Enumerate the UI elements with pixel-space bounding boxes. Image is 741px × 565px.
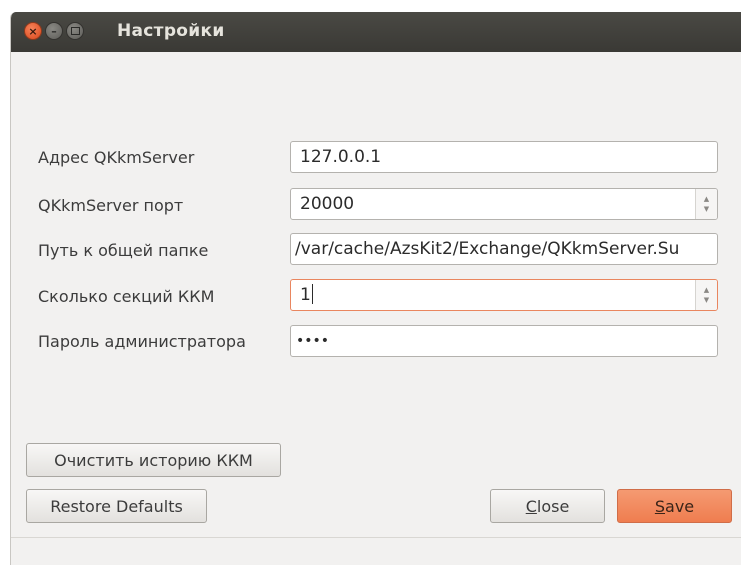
close-label-rest: lose xyxy=(536,496,570,516)
minimize-icon: – xyxy=(51,24,57,38)
clear-kkm-history-button[interactable]: Очистить историю ККМ xyxy=(26,443,281,477)
bottom-divider xyxy=(11,537,741,538)
spin-down-icon[interactable]: ▼ xyxy=(704,295,709,305)
server-address-value: 127.0.0.1 xyxy=(300,147,382,167)
window-close-button[interactable]: × xyxy=(24,22,42,40)
server-port-label: QKkmServer порт xyxy=(38,196,184,215)
restore-defaults-label: Restore Defaults xyxy=(50,496,183,516)
admin-password-label: Пароль администратора xyxy=(38,332,246,351)
window-maximize-button[interactable] xyxy=(66,22,84,40)
spin-down-icon[interactable]: ▼ xyxy=(704,204,709,214)
restore-defaults-button[interactable]: Restore Defaults xyxy=(26,489,207,523)
shared-path-value: /var/cache/AzsKit2/Exchange/QKkmServer.S… xyxy=(295,239,680,259)
save-button[interactable]: Save xyxy=(617,489,732,523)
maximize-icon xyxy=(70,27,80,35)
close-button[interactable]: Close xyxy=(490,489,605,523)
save-label-rest: ave xyxy=(665,496,695,516)
kkm-sections-spin-buttons[interactable]: ▲ ▼ xyxy=(695,280,717,310)
window-title: Настройки xyxy=(117,21,225,41)
spin-up-icon[interactable]: ▲ xyxy=(704,285,709,295)
window-minimize-button[interactable]: – xyxy=(45,22,63,40)
close-mnemonic: C xyxy=(525,496,537,516)
kkm-sections-label: Сколько секций ККМ xyxy=(38,287,215,306)
server-port-spinbox[interactable]: 20000 ▲ ▼ xyxy=(290,188,718,220)
text-caret xyxy=(311,284,313,304)
shared-path-input[interactable]: /var/cache/AzsKit2/Exchange/QKkmServer.S… xyxy=(290,233,718,265)
kkm-sections-value: 1 xyxy=(300,285,311,305)
settings-dialog: × – Настройки Адрес QKkmServer 127.0.0.1… xyxy=(10,12,741,565)
close-icon: × xyxy=(28,24,38,38)
server-port-spin-buttons[interactable]: ▲ ▼ xyxy=(695,189,717,219)
save-mnemonic: S xyxy=(654,496,666,516)
admin-password-input[interactable]: •••• xyxy=(290,325,718,357)
admin-password-value: •••• xyxy=(296,333,330,349)
clear-kkm-history-label: Очистить историю ККМ xyxy=(54,450,253,470)
kkm-sections-spinbox[interactable]: 1 ▲ ▼ xyxy=(290,279,718,311)
shared-path-label: Путь к общей папке xyxy=(38,241,209,260)
title-bar: × – Настройки xyxy=(11,12,741,52)
server-address-input[interactable]: 127.0.0.1 xyxy=(290,141,718,173)
server-address-label: Адрес QKkmServer xyxy=(38,148,195,167)
spin-up-icon[interactable]: ▲ xyxy=(704,194,709,204)
server-port-value: 20000 xyxy=(300,194,355,214)
